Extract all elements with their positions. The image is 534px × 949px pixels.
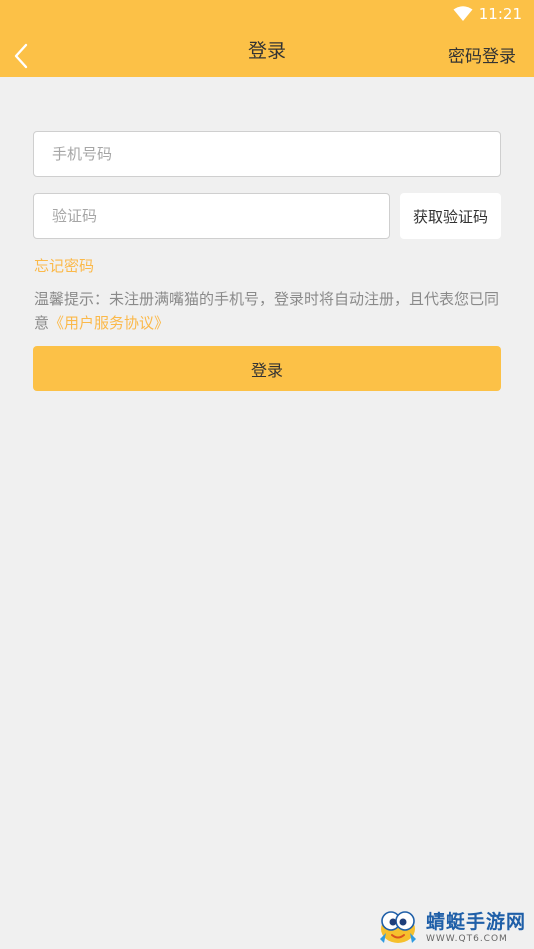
app-bar: 11:21 登录 密码登录 <box>0 0 534 77</box>
phone-field[interactable] <box>33 131 501 177</box>
registration-tip: 温馨提示：未注册满嘴猫的手机号，登录时将自动注册，且代表您已同意《用户服务协议》 <box>34 287 504 335</box>
phone-input[interactable] <box>52 132 500 176</box>
wifi-icon <box>453 6 473 21</box>
status-time: 11:21 <box>478 5 522 23</box>
forgot-password-link[interactable]: 忘记密码 <box>34 255 94 276</box>
password-login-link[interactable]: 密码登录 <box>448 42 516 67</box>
login-button[interactable]: 登录 <box>33 346 501 391</box>
code-field[interactable] <box>33 193 390 239</box>
dragonfly-logo-icon <box>379 911 416 943</box>
watermark-title: 蜻蜓手游网 <box>425 910 526 933</box>
login-screen: 11:21 登录 密码登录 获取验证码 忘记密码 温馨提示：未注册满嘴猫的手机号… <box>0 0 534 949</box>
get-code-button[interactable]: 获取验证码 <box>400 193 501 239</box>
status-bar: 11:21 <box>453 4 522 24</box>
watermark-url: WWW.QT6.COM <box>425 933 508 944</box>
user-agreement-link[interactable]: 《用户服务协议》 <box>49 314 169 332</box>
watermark-text: 蜻蜓手游网 WWW.QT6.COM <box>426 907 526 944</box>
watermark: 蜻蜓手游网 WWW.QT6.COM <box>374 903 526 947</box>
code-input[interactable] <box>52 194 389 238</box>
